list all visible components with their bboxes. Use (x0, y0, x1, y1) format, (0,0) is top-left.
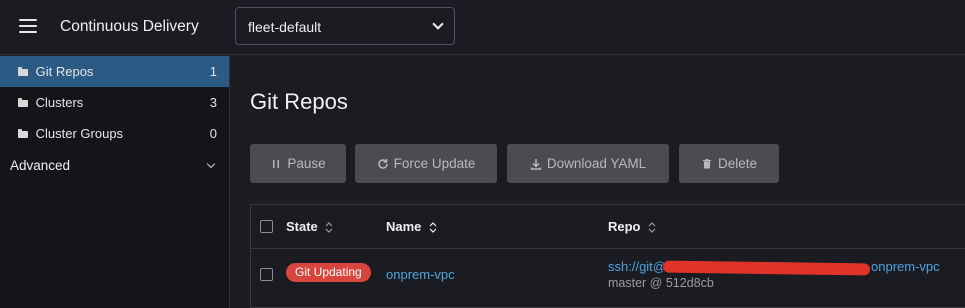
sort-icon (325, 222, 333, 233)
sidebar-item-cluster-groups[interactable]: Cluster Groups 0 (0, 118, 229, 149)
sidebar-group-label: Advanced (10, 158, 71, 173)
top-header: Continuous Delivery fleet-default (0, 0, 965, 55)
repo-url-suffix[interactable]: onprem-vpc (871, 259, 940, 274)
delete-button[interactable]: Delete (679, 144, 779, 183)
download-icon (530, 158, 542, 170)
sidebar-item-label: Git Repos (35, 64, 94, 79)
column-header-label: State (286, 219, 318, 234)
table-header: State Name Repo (251, 205, 965, 249)
chevron-down-icon (206, 159, 216, 169)
namespace-value: fleet-default (248, 19, 322, 35)
sidebar-item-git-repos[interactable]: Git Repos 1 (0, 56, 229, 87)
sidebar-group-advanced[interactable]: Advanced (0, 149, 229, 183)
git-repos-table: State Name Repo Git Updating onprem-vpc … (250, 204, 965, 308)
force-update-button[interactable]: Force Update (355, 144, 497, 183)
download-yaml-button[interactable]: Download YAML (507, 144, 669, 183)
page-title: Git Repos (250, 89, 348, 114)
pause-label: Pause (287, 156, 326, 171)
column-header-repo[interactable]: Repo (608, 219, 656, 234)
column-header-state[interactable]: State (286, 219, 333, 234)
refresh-icon (377, 158, 388, 169)
row-checkbox[interactable] (260, 268, 273, 281)
namespace-select[interactable]: fleet-default (235, 7, 455, 45)
column-header-label: Repo (608, 219, 641, 234)
sidebar-item-label: Cluster Groups (35, 126, 124, 141)
table-row: Git Updating onprem-vpc ssh://git@ onpre… (251, 249, 965, 307)
branch-commit: master @ 512d8cb (608, 276, 714, 290)
column-header-label: Name (386, 219, 422, 234)
pause-button[interactable]: Pause (250, 144, 346, 183)
app-title: Continuous Delivery (60, 18, 199, 35)
force-update-label: Force Update (393, 156, 476, 171)
sidebar-item-count: 3 (209, 95, 217, 110)
delete-label: Delete (717, 156, 758, 171)
folder-icon (18, 67, 28, 76)
hamburger-menu-icon[interactable] (19, 19, 37, 33)
sidebar-item-clusters[interactable]: Clusters 3 (0, 87, 229, 118)
folder-icon (18, 98, 28, 107)
sidebar-item-count: 0 (209, 126, 217, 141)
download-yaml-label: Download YAML (546, 156, 647, 171)
sidebar: Git Repos 1 Clusters 3 Cluster Groups 0 … (0, 56, 230, 308)
sort-icon (648, 222, 656, 233)
chevron-down-icon (432, 18, 444, 30)
repo-name-link[interactable]: onprem-vpc (386, 267, 455, 282)
repo-url-link[interactable]: ssh://git@ (608, 259, 666, 274)
sort-icon (429, 222, 437, 233)
status-badge: Git Updating (286, 263, 371, 282)
column-header-name[interactable]: Name (386, 219, 437, 234)
sidebar-item-label: Clusters (35, 95, 84, 110)
pause-icon (273, 159, 280, 168)
select-all-checkbox[interactable] (260, 220, 273, 233)
sidebar-item-count: 1 (209, 64, 217, 79)
folder-icon (18, 129, 28, 138)
trash-icon (702, 158, 711, 168)
